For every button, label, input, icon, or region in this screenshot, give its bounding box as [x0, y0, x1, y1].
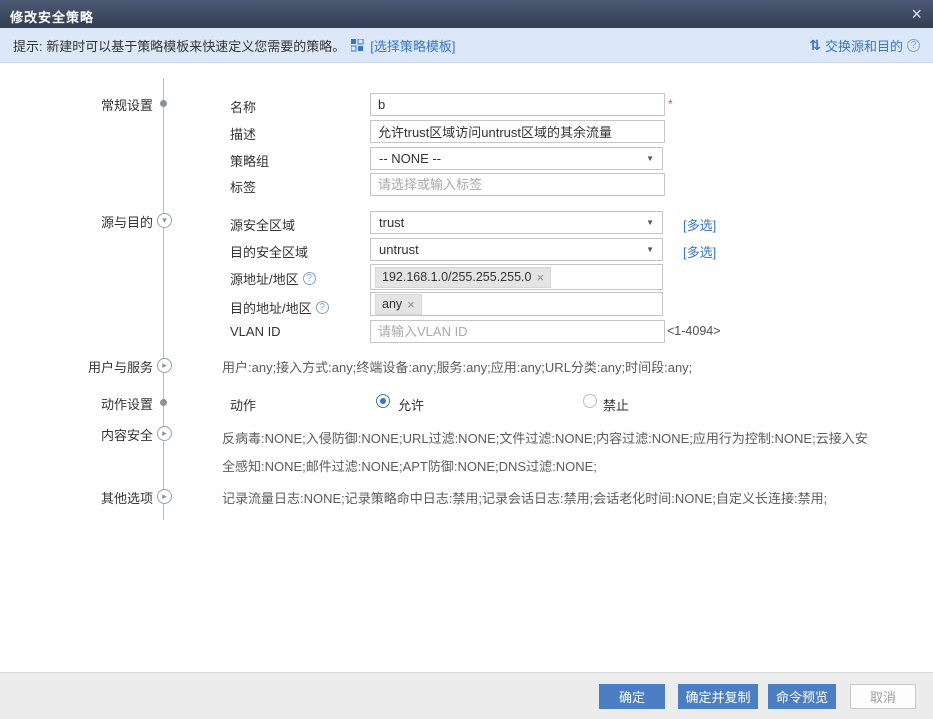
required-asterisk: *: [668, 97, 673, 111]
section-timeline: [163, 78, 164, 520]
cancel-button[interactable]: 取消: [850, 684, 916, 709]
chevron-right-icon: ▸: [162, 361, 167, 370]
ok-button[interactable]: 确定: [599, 684, 665, 709]
chevron-down-icon: ▾: [162, 216, 167, 225]
source-address-chip: 192.168.1.0/255.255.255.0 ×: [375, 267, 551, 288]
section-marker-action: [160, 399, 167, 406]
section-expander-source-dest[interactable]: ▾: [157, 213, 172, 228]
policy-group-label: 策略组: [230, 151, 269, 170]
vlan-id-label: VLAN ID: [230, 324, 281, 339]
other-options-summary: 记录流量日志:NONE;记录策略命中日志:禁用;记录会话日志:禁用;会话老化时间…: [222, 488, 827, 507]
template-icon: [351, 39, 364, 52]
help-icon[interactable]: ?: [303, 272, 316, 285]
section-expander-other[interactable]: ▸: [157, 489, 172, 504]
radio-deny-label: 禁止: [603, 395, 629, 414]
source-address-label: 源地址/地区 ?: [230, 269, 316, 288]
destination-address-label: 目的地址/地区 ?: [230, 298, 329, 317]
tip-bar: 提示: 新建时可以基于策略模板来快速定义您需要的策略。 [选择策略模板] ⇅ 交…: [0, 28, 933, 63]
destination-address-chip: any ×: [375, 294, 422, 315]
section-expander-user-service[interactable]: ▸: [157, 358, 172, 373]
chevron-down-icon: ▼: [646, 218, 662, 227]
dialog-title: 修改安全策略: [10, 7, 94, 26]
help-icon[interactable]: ?: [907, 39, 920, 52]
command-preview-button[interactable]: 命令预览: [768, 684, 836, 709]
source-zone-select[interactable]: trust ▼: [370, 211, 663, 234]
dialog-titlebar: 修改安全策略 ×: [0, 0, 933, 28]
chip-remove-icon[interactable]: ×: [407, 298, 415, 311]
chevron-right-icon: ▸: [162, 492, 167, 501]
tag-input[interactable]: [370, 173, 665, 196]
source-zone-multi-select-link[interactable]: [多选]: [683, 215, 716, 234]
description-label: 描述: [230, 124, 256, 143]
section-label-user-service: 用户与服务: [18, 357, 153, 376]
close-icon[interactable]: ×: [911, 3, 922, 25]
content-security-summary: 反病毒:NONE;入侵防御:NONE;URL过滤:NONE;文件过滤:NONE;…: [222, 425, 874, 481]
destination-zone-select[interactable]: untrust ▼: [370, 238, 663, 261]
chevron-down-icon: ▼: [646, 154, 662, 163]
user-service-summary: 用户:any;接入方式:any;终端设备:any;服务:any;应用:any;U…: [222, 357, 692, 376]
section-label-content-security: 内容安全: [18, 425, 153, 444]
radio-allow[interactable]: [376, 394, 390, 408]
action-label: 动作: [230, 395, 256, 414]
name-input[interactable]: [370, 93, 665, 116]
source-zone-value: trust: [371, 215, 646, 230]
destination-zone-multi-select-link[interactable]: [多选]: [683, 242, 716, 261]
section-label-general: 常规设置: [18, 95, 153, 114]
destination-address-input[interactable]: any ×: [370, 292, 663, 316]
section-label-action: 动作设置: [18, 394, 153, 413]
section-marker-general: [160, 100, 167, 107]
radio-allow-label: 允许: [398, 395, 424, 414]
vlan-id-input[interactable]: [370, 320, 665, 343]
section-label-other: 其他选项: [18, 488, 153, 507]
policy-group-select[interactable]: -- NONE -- ▼: [370, 147, 663, 170]
help-icon[interactable]: ?: [316, 301, 329, 314]
vlan-range-hint: <1-4094>: [667, 324, 721, 338]
chip-remove-icon[interactable]: ×: [536, 271, 544, 284]
name-label: 名称: [230, 97, 256, 116]
chevron-down-icon: ▼: [646, 245, 662, 254]
select-policy-template-link[interactable]: [选择策略模板]: [370, 36, 455, 55]
chip-label: 192.168.1.0/255.255.255.0: [382, 270, 531, 284]
destination-zone-value: untrust: [371, 242, 646, 257]
ok-and-copy-button[interactable]: 确定并复制: [678, 684, 758, 709]
policy-group-value: -- NONE --: [371, 151, 646, 166]
source-zone-label: 源安全区域: [230, 215, 295, 234]
section-expander-content-security[interactable]: ▸: [157, 426, 172, 441]
swap-source-destination-link[interactable]: 交换源和目的: [825, 36, 903, 55]
radio-deny[interactable]: [583, 394, 597, 408]
description-input[interactable]: [370, 120, 665, 143]
destination-zone-label: 目的安全区域: [230, 242, 308, 261]
tag-label: 标签: [230, 177, 256, 196]
source-address-input[interactable]: 192.168.1.0/255.255.255.0 ×: [370, 264, 663, 290]
section-label-source-dest: 源与目的: [18, 212, 153, 231]
chip-label: any: [382, 297, 402, 311]
chevron-right-icon: ▸: [162, 429, 167, 438]
tip-text: 提示: 新建时可以基于策略模板来快速定义您需要的策略。: [13, 36, 345, 55]
dialog-footer: 确定 确定并复制 命令预览 取消: [0, 672, 933, 719]
swap-icon: ⇅: [809, 37, 821, 54]
